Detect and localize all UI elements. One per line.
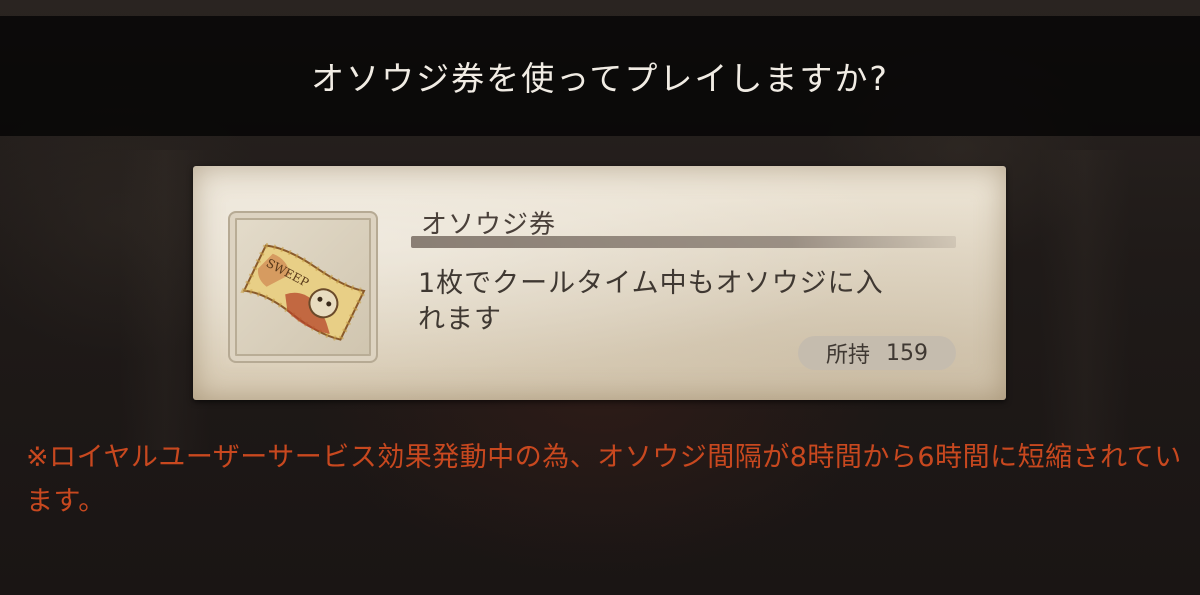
owned-label: 所持	[825, 343, 870, 368]
dialog-title-bar: オソウジ券を使ってプレイしますか?	[0, 16, 1200, 136]
item-description: 1枚でクールタイム中もオソウジに入れます	[418, 268, 884, 335]
background-pillar	[1040, 150, 1130, 450]
owned-count-badge: 所持 159	[798, 336, 956, 370]
cleaning-ticket-icon: SWEEP	[240, 242, 368, 343]
item-name-underline	[411, 236, 956, 248]
item-card: SWEEP オソウジ券 1枚でクールタイム中もオソウジに入れます 所持 159	[193, 166, 1006, 400]
owned-count: 159	[886, 340, 928, 366]
dialog-title: オソウジ券を使ってプレイしますか?	[311, 59, 889, 98]
item-icon-frame: SWEEP	[228, 211, 378, 363]
royal-service-notice: ※ロイヤルユーザーサービス効果発動中の為、オソウジ間隔が8時間から6時間に短縮さ…	[26, 442, 1182, 517]
ticket-paper	[242, 244, 366, 341]
